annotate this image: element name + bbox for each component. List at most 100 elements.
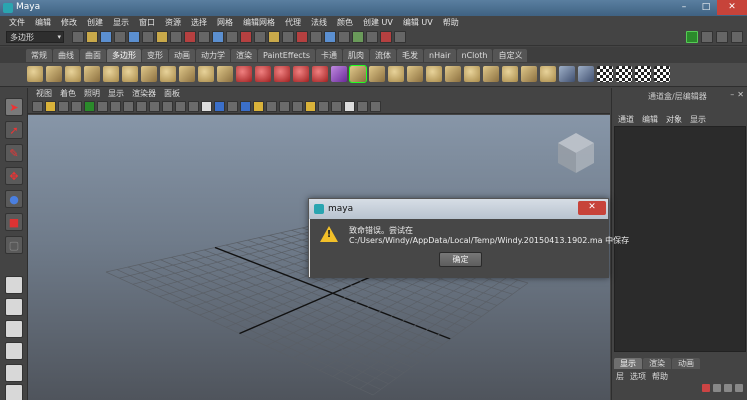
shelf-tab-rendering[interactable]: 渲染 <box>231 49 257 62</box>
select-camera-icon[interactable] <box>32 101 43 112</box>
menu-create[interactable]: 创建 <box>82 16 108 29</box>
layout-four-pane[interactable] <box>5 298 23 316</box>
menu-modify[interactable]: 修改 <box>56 16 82 29</box>
panel-menu-renderer[interactable]: 渲染器 <box>128 88 160 100</box>
gate-mask-icon[interactable] <box>149 101 160 112</box>
layout-persp-graph[interactable] <box>5 342 23 360</box>
camera-attributes-icon[interactable] <box>45 101 56 112</box>
textured-icon[interactable] <box>240 101 251 112</box>
poly-pyramid-icon[interactable] <box>160 66 176 82</box>
field-chart-icon[interactable] <box>162 101 173 112</box>
layer-tab-render[interactable]: 渲染 <box>643 358 671 369</box>
shelf-tab-toon[interactable]: 卡通 <box>316 49 342 62</box>
snap-point-icon[interactable] <box>310 31 322 43</box>
uv-texture-editor-icon[interactable] <box>654 66 670 82</box>
layer-tab-display[interactable]: 显示 <box>614 358 642 369</box>
open-scene-icon[interactable] <box>86 31 98 43</box>
menu-edit-mesh[interactable]: 编辑网格 <box>238 16 280 29</box>
panel-close-icon[interactable]: ✕ <box>737 90 744 99</box>
mask-deformers-icon[interactable] <box>226 31 238 43</box>
scale-tool[interactable]: ■ <box>5 213 23 231</box>
mask-joints-icon[interactable] <box>184 31 196 43</box>
fill-hole-icon[interactable] <box>540 66 556 82</box>
shadows-icon[interactable] <box>266 101 277 112</box>
image-plane-icon[interactable] <box>71 101 82 112</box>
history-icon[interactable] <box>352 31 364 43</box>
film-gate-icon[interactable] <box>123 101 134 112</box>
menu-select[interactable]: 选择 <box>186 16 212 29</box>
shelf-tab-polygons[interactable]: 多边形 <box>107 49 141 62</box>
use-all-lights-icon[interactable] <box>253 101 264 112</box>
boolean-difference-icon[interactable] <box>312 66 328 82</box>
xray-components-icon[interactable] <box>370 101 381 112</box>
screen-space-ao-icon[interactable] <box>279 101 290 112</box>
bevel-icon[interactable] <box>483 66 499 82</box>
shelf-tab-fluids[interactable]: 流体 <box>370 49 396 62</box>
minimize-button[interactable]: – <box>673 0 695 15</box>
mask-curves-icon[interactable] <box>198 31 210 43</box>
poly-plane-icon[interactable] <box>103 66 119 82</box>
maximize-button[interactable]: □ <box>695 0 717 15</box>
separate-icon[interactable] <box>255 66 271 82</box>
channel-menu-show[interactable]: 显示 <box>686 114 710 125</box>
mask-handles-icon[interactable] <box>170 31 182 43</box>
xray-icon[interactable] <box>344 101 355 112</box>
shelf-tab-muscle[interactable]: 肌肉 <box>343 49 369 62</box>
shelf-tab-fur[interactable]: 毛发 <box>397 49 423 62</box>
menu-display[interactable]: 显示 <box>108 16 134 29</box>
poly-cube-icon[interactable] <box>46 66 62 82</box>
depth-of-field-icon[interactable] <box>318 101 329 112</box>
combine-icon[interactable] <box>236 66 252 82</box>
menu-set-dropdown[interactable]: 多边形 ▾ <box>6 31 64 43</box>
snap-view-plane-icon[interactable] <box>324 31 336 43</box>
menu-window[interactable]: 窗口 <box>134 16 160 29</box>
smooth-proxy-icon[interactable] <box>349 65 367 83</box>
sculpt-geometry-icon[interactable] <box>559 66 575 82</box>
toggle-tool-settings-icon[interactable] <box>716 31 728 43</box>
select-tool[interactable]: ➤ <box>5 98 23 116</box>
toggle-layer-editor-icon[interactable] <box>731 31 743 43</box>
cylindrical-mapping-icon[interactable] <box>597 66 613 82</box>
poly-torus-icon[interactable] <box>122 66 138 82</box>
panel-menu-view[interactable]: 视图 <box>32 88 56 100</box>
layout-persp-outliner[interactable] <box>5 364 23 382</box>
make-live-icon[interactable] <box>338 31 350 43</box>
menu-assets[interactable]: 资源 <box>160 16 186 29</box>
paint-select-tool[interactable]: ✎ <box>5 144 23 162</box>
lasso-tool[interactable]: ➚ <box>5 121 23 139</box>
menu-color[interactable]: 颜色 <box>332 16 358 29</box>
select-hierarchy-icon[interactable] <box>128 31 140 43</box>
shelf-tab-dynamics[interactable]: 动力学 <box>196 49 230 62</box>
new-layer-icon[interactable] <box>724 384 732 392</box>
channel-box-list[interactable] <box>614 126 746 352</box>
channel-menu-edit[interactable]: 编辑 <box>638 114 662 125</box>
bookmarks-icon[interactable] <box>58 101 69 112</box>
layer-move-up-icon[interactable] <box>702 384 710 392</box>
menu-proxy[interactable]: 代理 <box>280 16 306 29</box>
layer-menu-options[interactable]: 选项 <box>630 371 646 382</box>
extract-icon[interactable] <box>274 66 290 82</box>
grid-toggle-icon[interactable] <box>110 101 121 112</box>
mask-rendering-icon[interactable] <box>254 31 266 43</box>
xray-joints-icon[interactable] <box>357 101 368 112</box>
menu-edit[interactable]: 编辑 <box>30 16 56 29</box>
poly-pipe-icon[interactable] <box>179 66 195 82</box>
channel-menu-channels[interactable]: 通道 <box>614 114 638 125</box>
shelf-tab-animation[interactable]: 动画 <box>169 49 195 62</box>
toggle-channel-box-icon[interactable] <box>686 31 698 43</box>
layer-menu-layers[interactable]: 层 <box>616 371 624 382</box>
planar-mapping-icon[interactable] <box>578 66 594 82</box>
ok-button[interactable]: 确定 <box>439 252 482 267</box>
smooth-shade-icon[interactable] <box>214 101 225 112</box>
shelf-tab-custom[interactable]: 自定义 <box>493 49 528 62</box>
poly-cylinder-icon[interactable] <box>65 66 81 82</box>
rotate-tool[interactable]: ● <box>5 190 23 208</box>
safe-title-icon[interactable] <box>188 101 199 112</box>
poly-sphere-icon[interactable] <box>27 66 43 82</box>
menu-edit-uv[interactable]: 编辑 UV <box>398 16 438 29</box>
shelf-tab-curves[interactable]: 曲线 <box>53 49 79 62</box>
poly-helix-icon[interactable] <box>198 66 214 82</box>
menu-mesh[interactable]: 网格 <box>212 16 238 29</box>
mask-surfaces-icon[interactable] <box>212 31 224 43</box>
layout-single-pane[interactable] <box>5 276 23 294</box>
